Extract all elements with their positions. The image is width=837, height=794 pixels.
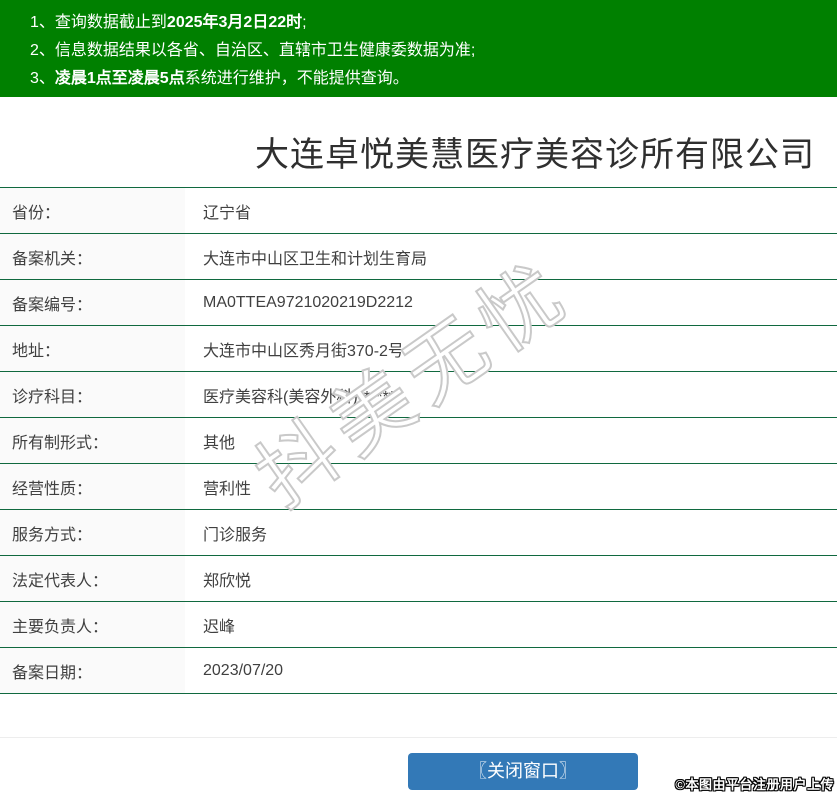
row-label: 服务方式： xyxy=(0,510,185,555)
record-info-table: 省份： 辽宁省 备案机关： 大连市中山区卫生和计划生育局 备案编号： MA0TT… xyxy=(0,187,837,694)
row-value: 大连市中山区卫生和计划生育局 xyxy=(203,250,428,268)
table-row-main-person-in-charge: 主要负责人： 迟峰 xyxy=(0,602,837,648)
row-value: 门诊服务 xyxy=(203,526,268,544)
table-row-service-mode: 服务方式： 门诊服务 xyxy=(0,510,837,556)
notice-line-1-bold: 2025年3月2日22时 xyxy=(166,14,303,31)
table-row-medical-subjects: 诊疗科目： 医疗美容科(美容外科)****** xyxy=(0,372,837,418)
row-label: 备案编号： xyxy=(0,280,185,325)
footer-divider xyxy=(0,737,837,738)
row-value: 2023/07/20 xyxy=(203,661,284,679)
notice-line-2-text: 信息数据结果以各省、自治区、直辖市卫生健康委数据为准; xyxy=(54,42,476,59)
row-label: 地址： xyxy=(0,326,185,371)
table-row-province: 省份： 辽宁省 xyxy=(0,188,837,234)
notice-line-2-num: 2、 xyxy=(30,42,55,59)
row-value: 其他 xyxy=(203,434,236,452)
notice-line-3: 3、凌晨1点至凌晨5点系统进行维护，不能提供查询。 xyxy=(30,65,837,93)
row-value: 医疗美容科(美容外科)****** xyxy=(203,388,396,406)
table-row-legal-representative: 法定代表人： 郑欣悦 xyxy=(0,556,837,602)
row-label: 主要负责人： xyxy=(0,602,185,647)
notice-line-1: 1、查询数据截止到2025年3月2日22时; xyxy=(30,9,837,37)
table-row-filing-date: 备案日期： 2023/07/20 xyxy=(0,648,837,694)
table-row-address: 地址： 大连市中山区秀月街370-2号 xyxy=(0,326,837,372)
notice-line-3-bold: 凌晨1点至凌晨5点 xyxy=(54,70,185,87)
notice-line-1-text: 查询数据截止到 xyxy=(54,14,167,31)
clinic-title: 大连卓悦美慧医疗美容诊所有限公司 xyxy=(255,136,815,174)
row-label: 所有制形式： xyxy=(0,418,185,463)
row-label: 备案日期： xyxy=(0,648,185,693)
row-value: 大连市中山区秀月街370-2号 xyxy=(203,342,404,360)
notice-line-1-post: ; xyxy=(302,14,307,31)
close-window-button[interactable]: 〖关闭窗口〗 xyxy=(408,753,638,790)
table-row-operating-nature: 经营性质： 营利性 xyxy=(0,464,837,510)
row-label: 省份： xyxy=(0,188,185,233)
table-row-filing-authority: 备案机关： 大连市中山区卫生和计划生育局 xyxy=(0,234,837,280)
row-value: 迟峰 xyxy=(203,618,236,636)
row-label: 诊疗科目： xyxy=(0,372,185,417)
notice-line-3-post: 系统进行维护，不能提供查询。 xyxy=(184,70,409,87)
table-row-ownership-form: 所有制形式： 其他 xyxy=(0,418,837,464)
row-label: 备案机关： xyxy=(0,234,185,279)
notice-line-1-num: 1、 xyxy=(30,14,55,31)
row-value: MA0TTEA9721020219D2212 xyxy=(203,293,413,311)
row-value: 营利性 xyxy=(203,480,252,498)
row-label: 法定代表人： xyxy=(0,556,185,601)
upload-credit-watermark: ©本图由平台注册用户上传 xyxy=(675,777,834,792)
row-value: 郑欣悦 xyxy=(203,572,252,590)
row-label: 经营性质： xyxy=(0,464,185,509)
row-value: 辽宁省 xyxy=(203,204,252,222)
table-row-filing-number: 备案编号： MA0TTEA9721020219D2212 xyxy=(0,280,837,326)
notice-line-3-num: 3、 xyxy=(30,70,55,87)
page: 1、查询数据截止到2025年3月2日22时; 2、信息数据结果以各省、自治区、直… xyxy=(0,0,837,794)
notice-banner: 1、查询数据截止到2025年3月2日22时; 2、信息数据结果以各省、自治区、直… xyxy=(0,0,837,97)
notice-line-2: 2、信息数据结果以各省、自治区、直辖市卫生健康委数据为准; xyxy=(30,37,837,65)
